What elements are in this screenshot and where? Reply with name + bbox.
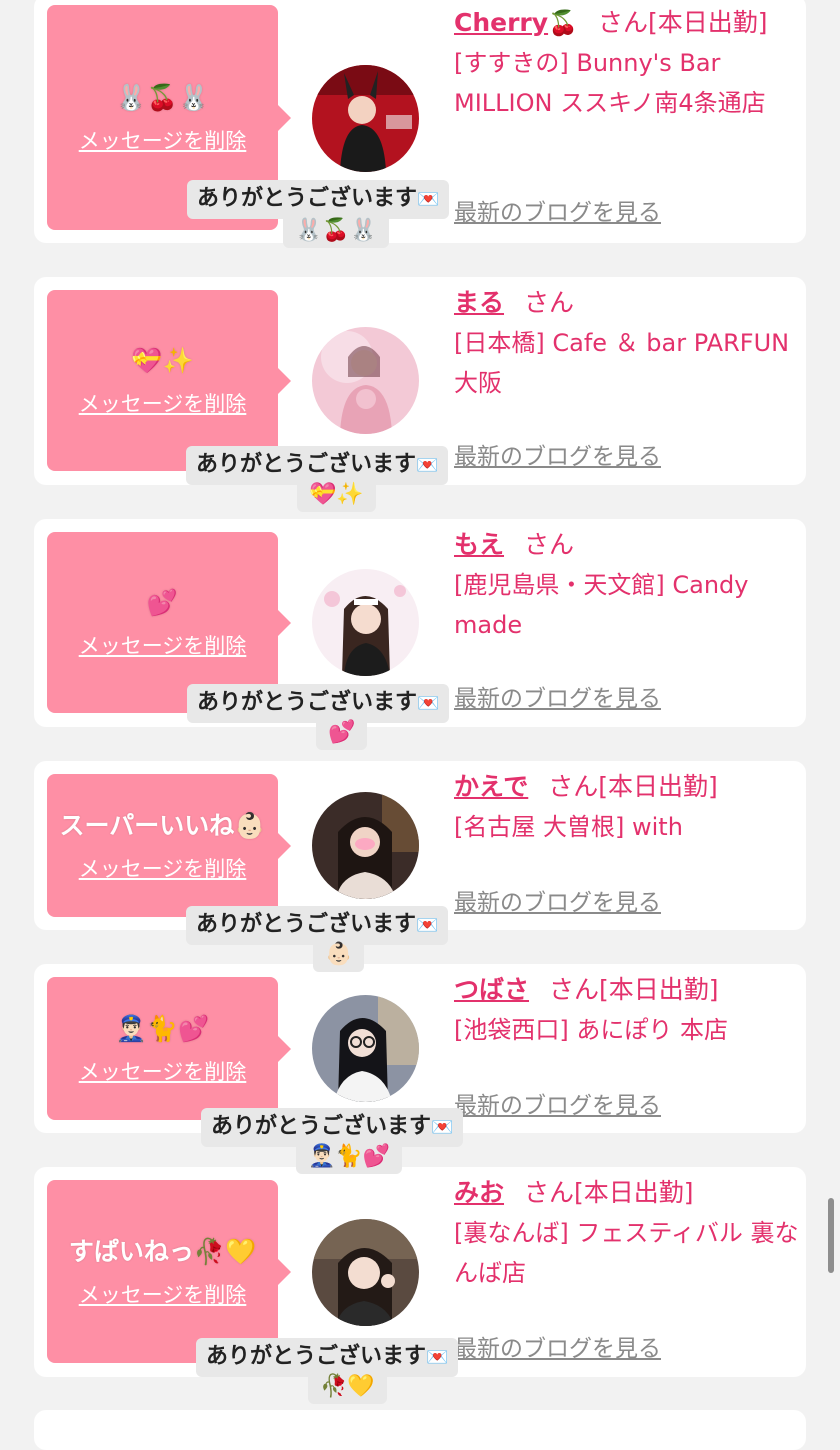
shop-name[interactable]: [鹿児島県・天文館] Candy made xyxy=(454,565,799,645)
cast-name-link[interactable]: みお xyxy=(454,1178,504,1207)
love-letter-icon: 💌 xyxy=(416,915,439,936)
avatar[interactable] xyxy=(312,569,419,676)
avatar[interactable] xyxy=(312,65,419,172)
cast-name-link[interactable]: Cherry xyxy=(454,8,548,37)
love-letter-icon: 💌 xyxy=(416,455,439,476)
cast-name-link[interactable]: もえ xyxy=(454,530,504,559)
love-letter-icon: 💌 xyxy=(417,189,440,210)
cast-name-line: まる さん xyxy=(454,283,799,323)
reply-emoji: 🥀💛 xyxy=(308,1370,387,1404)
scrollbar[interactable] xyxy=(828,1198,834,1273)
shop-name[interactable]: [名古屋 大曽根] with xyxy=(454,807,799,847)
delete-message-link[interactable]: メッセージを削除 xyxy=(79,630,247,660)
shop-name[interactable]: [すすきの] Bunny's Bar MILLION ススキノ南4条通店 xyxy=(454,43,799,123)
message-text: 🐰🍒🐰 xyxy=(115,82,210,112)
avatar-photo xyxy=(312,995,419,1102)
reply-thanks-text: ありがとうございます xyxy=(197,186,418,211)
cast-name-line: もえ さん xyxy=(454,525,799,565)
reply-emoji: 👶🏻 xyxy=(313,938,365,972)
cast-name-line: かえで さん[本日出勤] xyxy=(454,767,799,807)
shop-name[interactable]: [日本橋] Cafe ＆ bar PARFUN 大阪 xyxy=(454,323,799,403)
cast-name-suffix: さん[本日出勤] xyxy=(548,772,718,801)
latest-blog-link[interactable]: 最新のブログを見る xyxy=(454,883,661,917)
delete-message-link[interactable]: メッセージを削除 xyxy=(79,388,247,418)
message-bubble: すぱいねっ🥀💛 メッセージを削除 xyxy=(47,1180,291,1363)
message-text: 💕 xyxy=(146,587,179,617)
reply-thanks-text: ありがとうございます xyxy=(197,690,418,715)
reply-thanks-text: ありがとうございます xyxy=(196,912,417,937)
latest-blog-link[interactable]: 最新のブログを見る xyxy=(454,679,661,713)
message-card: スーパーいいね👶🏻 メッセージを削除 かえで さん[本日出勤] [名古屋 大曽根]… xyxy=(34,761,806,930)
avatar-photo xyxy=(312,792,419,899)
avatar[interactable] xyxy=(312,1219,419,1326)
cast-info: かえで さん[本日出勤] [名古屋 大曽根] with xyxy=(454,767,799,847)
message-text: 👮🏻‍♂️🐈💕 xyxy=(115,1013,210,1043)
reply-thanks-text: ありがとうございます xyxy=(196,452,417,477)
cast-info: つばさ さん[本日出勤] [池袋西口] あにぽり 本店 xyxy=(454,970,799,1050)
latest-blog-link[interactable]: 最新のブログを見る xyxy=(454,1086,661,1120)
delete-message-link[interactable]: メッセージを削除 xyxy=(79,1279,247,1309)
reply-emoji: 💕 xyxy=(316,716,368,750)
cast-name-suffix: さん[本日出勤] xyxy=(597,8,768,37)
reply-thanks-text: ありがとうございます xyxy=(211,1114,432,1139)
latest-blog-link[interactable]: 最新のブログを見る xyxy=(454,1329,661,1363)
message-bubble: スーパーいいね👶🏻 メッセージを削除 xyxy=(47,774,291,917)
latest-blog-link[interactable]: 最新のブログを見る xyxy=(454,437,661,471)
cast-info: Cherry🍒 さん[本日出勤] [すすきの] Bunny's Bar MILLI… xyxy=(454,3,799,123)
avatar[interactable] xyxy=(312,792,419,899)
cast-name-line: つばさ さん[本日出勤] xyxy=(454,970,799,1010)
delete-message-link[interactable]: メッセージを削除 xyxy=(79,125,247,155)
avatar-photo xyxy=(312,1219,419,1326)
reply-thanks-text: ありがとうございます xyxy=(206,1344,427,1369)
cast-info: もえ さん [鹿児島県・天文館] Candy made xyxy=(454,525,799,645)
cast-name-link[interactable]: つばさ xyxy=(454,975,529,1004)
cast-info: みお さん[本日出勤] [裏なんば] フェスティバル 裏なんば店 xyxy=(454,1173,799,1293)
cast-name-line: みお さん[本日出勤] xyxy=(454,1173,799,1213)
latest-blog-link[interactable]: 最新のブログを見る xyxy=(454,193,661,227)
avatar-photo xyxy=(312,569,419,676)
avatar[interactable] xyxy=(312,327,419,434)
cast-name-suffix: さん xyxy=(524,530,575,559)
love-letter-icon: 💌 xyxy=(417,693,440,714)
message-bubble: 👮🏻‍♂️🐈💕 メッセージを削除 xyxy=(47,977,291,1120)
message-text: 💝✨ xyxy=(131,345,194,375)
avatar-photo xyxy=(312,327,419,434)
love-letter-icon: 💌 xyxy=(431,1117,454,1138)
reply-emoji: 💝✨ xyxy=(297,478,376,512)
reply-emoji: 🐰🍒🐰 xyxy=(283,214,390,248)
cast-name-link[interactable]: まる xyxy=(454,288,504,317)
delete-message-link[interactable]: メッセージを削除 xyxy=(79,1056,247,1086)
message-text: すぱいねっ🥀💛 xyxy=(68,1236,257,1266)
cast-name-line: Cherry🍒 さん[本日出勤] xyxy=(454,3,799,43)
delete-message-link[interactable]: メッセージを削除 xyxy=(79,853,247,883)
cast-name-suffix: さん[本日出勤] xyxy=(524,1178,694,1207)
cast-name-link[interactable]: かえで xyxy=(454,772,528,801)
love-letter-icon: 💌 xyxy=(426,1347,449,1368)
avatar-photo xyxy=(312,65,419,172)
reply-emoji: 👮🏻‍♂️🐈💕 xyxy=(296,1140,403,1174)
shop-name[interactable]: [裏なんば] フェスティバル 裏なんば店 xyxy=(454,1213,799,1293)
cast-name-suffix: さん[本日出勤] xyxy=(549,975,719,1004)
cast-name-emoji: 🍒 xyxy=(548,9,578,37)
message-text: スーパーいいね👶🏻 xyxy=(59,810,266,840)
shop-name[interactable]: [池袋西口] あにぽり 本店 xyxy=(454,1010,799,1050)
message-card xyxy=(34,1410,806,1450)
cast-name-suffix: さん xyxy=(524,288,575,317)
message-bubble: 💝✨ メッセージを削除 xyxy=(47,290,291,471)
avatar[interactable] xyxy=(312,995,419,1102)
cast-info: まる さん [日本橋] Cafe ＆ bar PARFUN 大阪 xyxy=(454,283,799,403)
